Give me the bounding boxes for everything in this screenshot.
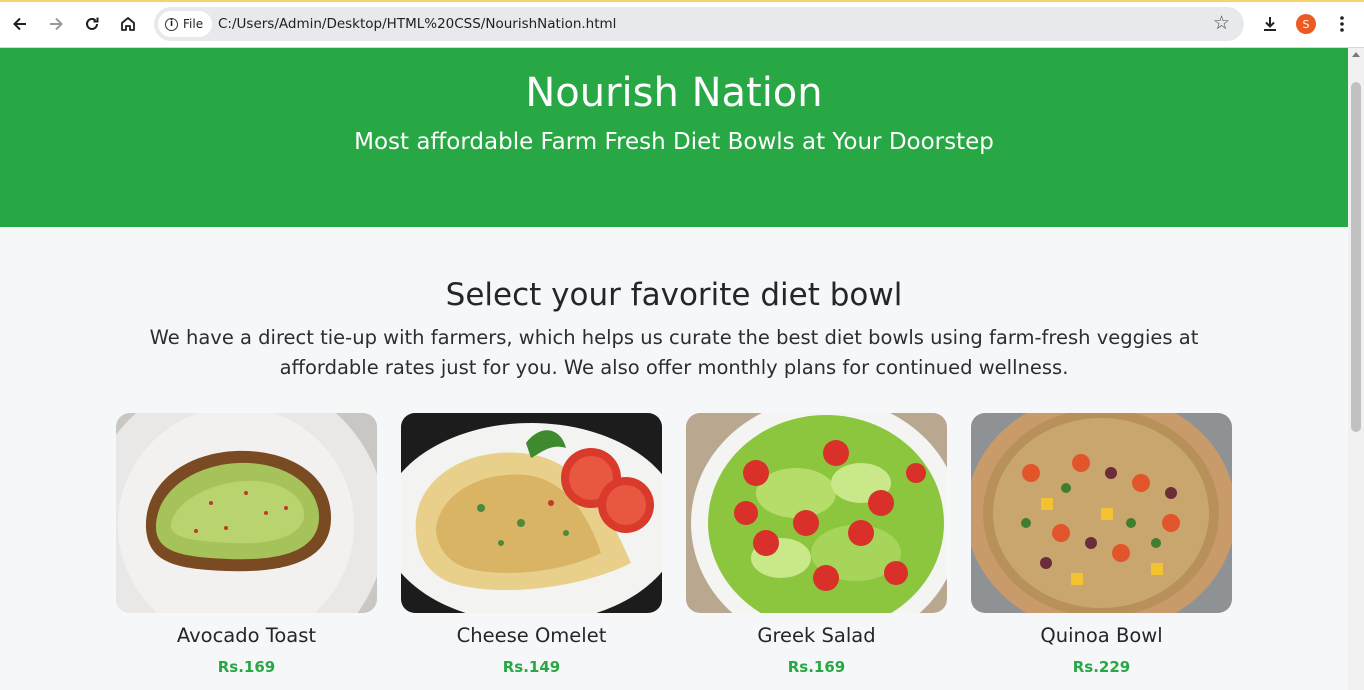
cheese-omelet-image[interactable] <box>401 413 662 613</box>
page-viewport: Nourish Nation Most affordable Farm Fres… <box>0 48 1348 690</box>
bowl-card[interactable]: Avocado Toast Rs.169 <box>116 413 377 677</box>
section-description: We have a direct tie-up with farmers, wh… <box>149 326 1199 379</box>
avatar: S <box>1296 14 1316 34</box>
bowl-name: Cheese Omelet <box>456 624 607 647</box>
page-subtitle: Most affordable Farm Fresh Diet Bowls at… <box>354 129 994 155</box>
kebab-menu-icon <box>1340 16 1344 32</box>
bowl-price: Rs.149 <box>502 658 561 676</box>
address-bar[interactable]: i File C:/Users/Admin/Desktop/HTML%20CSS… <box>154 7 1244 41</box>
reload-button[interactable] <box>80 12 104 36</box>
tab-strip-edge <box>0 0 1364 2</box>
forward-button[interactable] <box>44 12 68 36</box>
file-chip-label: File <box>183 17 204 31</box>
profile-button[interactable]: S <box>1294 12 1318 36</box>
vertical-scrollbar[interactable] <box>1348 48 1364 690</box>
url-text[interactable]: C:/Users/Admin/Desktop/HTML%20CSS/Nouris… <box>218 7 616 41</box>
arrow-right-icon <box>50 17 63 31</box>
diet-bowls-section: Select your favorite diet bowl We have a… <box>0 275 1348 677</box>
page-title: Nourish Nation <box>525 70 823 116</box>
section-heading: Select your favorite diet bowl <box>445 277 903 313</box>
reload-icon <box>86 17 99 30</box>
bowl-name: Avocado Toast <box>176 624 317 647</box>
scrollbar-thumb[interactable] <box>1351 82 1361 432</box>
bowl-card[interactable]: Cheese Omelet Rs.149 <box>401 413 662 677</box>
bowl-price: Rs.169 <box>217 658 276 676</box>
info-icon: i <box>165 17 178 31</box>
bowl-card-list: Avocado Toast Rs.169 Cheese Omelet Rs.14… <box>0 413 1348 677</box>
bowl-price: Rs.169 <box>787 658 846 676</box>
browser-toolbar: i File C:/Users/Admin/Desktop/HTML%20CSS… <box>0 0 1364 48</box>
home-icon <box>121 17 135 31</box>
scroll-up-arrow-icon[interactable] <box>1352 52 1360 57</box>
home-button[interactable] <box>116 12 140 36</box>
back-button[interactable] <box>8 12 32 36</box>
bowl-price: Rs.229 <box>1072 658 1131 676</box>
browser-menu-button[interactable] <box>1330 12 1354 36</box>
bowl-card[interactable]: Quinoa Bowl Rs.229 <box>971 413 1232 677</box>
download-icon <box>1264 17 1276 31</box>
hero-banner: Nourish Nation Most affordable Farm Fres… <box>0 48 1348 227</box>
avocado-toast-image[interactable] <box>116 413 377 613</box>
bowl-name: Quinoa Bowl <box>1040 624 1163 647</box>
quinoa-bowl-image[interactable] <box>971 413 1232 613</box>
arrow-left-icon <box>13 17 26 31</box>
bookmark-star-icon[interactable]: ☆ <box>1213 12 1230 34</box>
bowl-name: Greek Salad <box>757 624 876 647</box>
greek-salad-image[interactable] <box>686 413 947 613</box>
download-button[interactable] <box>1258 12 1282 36</box>
bowl-card[interactable]: Greek Salad Rs.169 <box>686 413 947 677</box>
site-info-chip[interactable]: i File <box>158 11 213 37</box>
